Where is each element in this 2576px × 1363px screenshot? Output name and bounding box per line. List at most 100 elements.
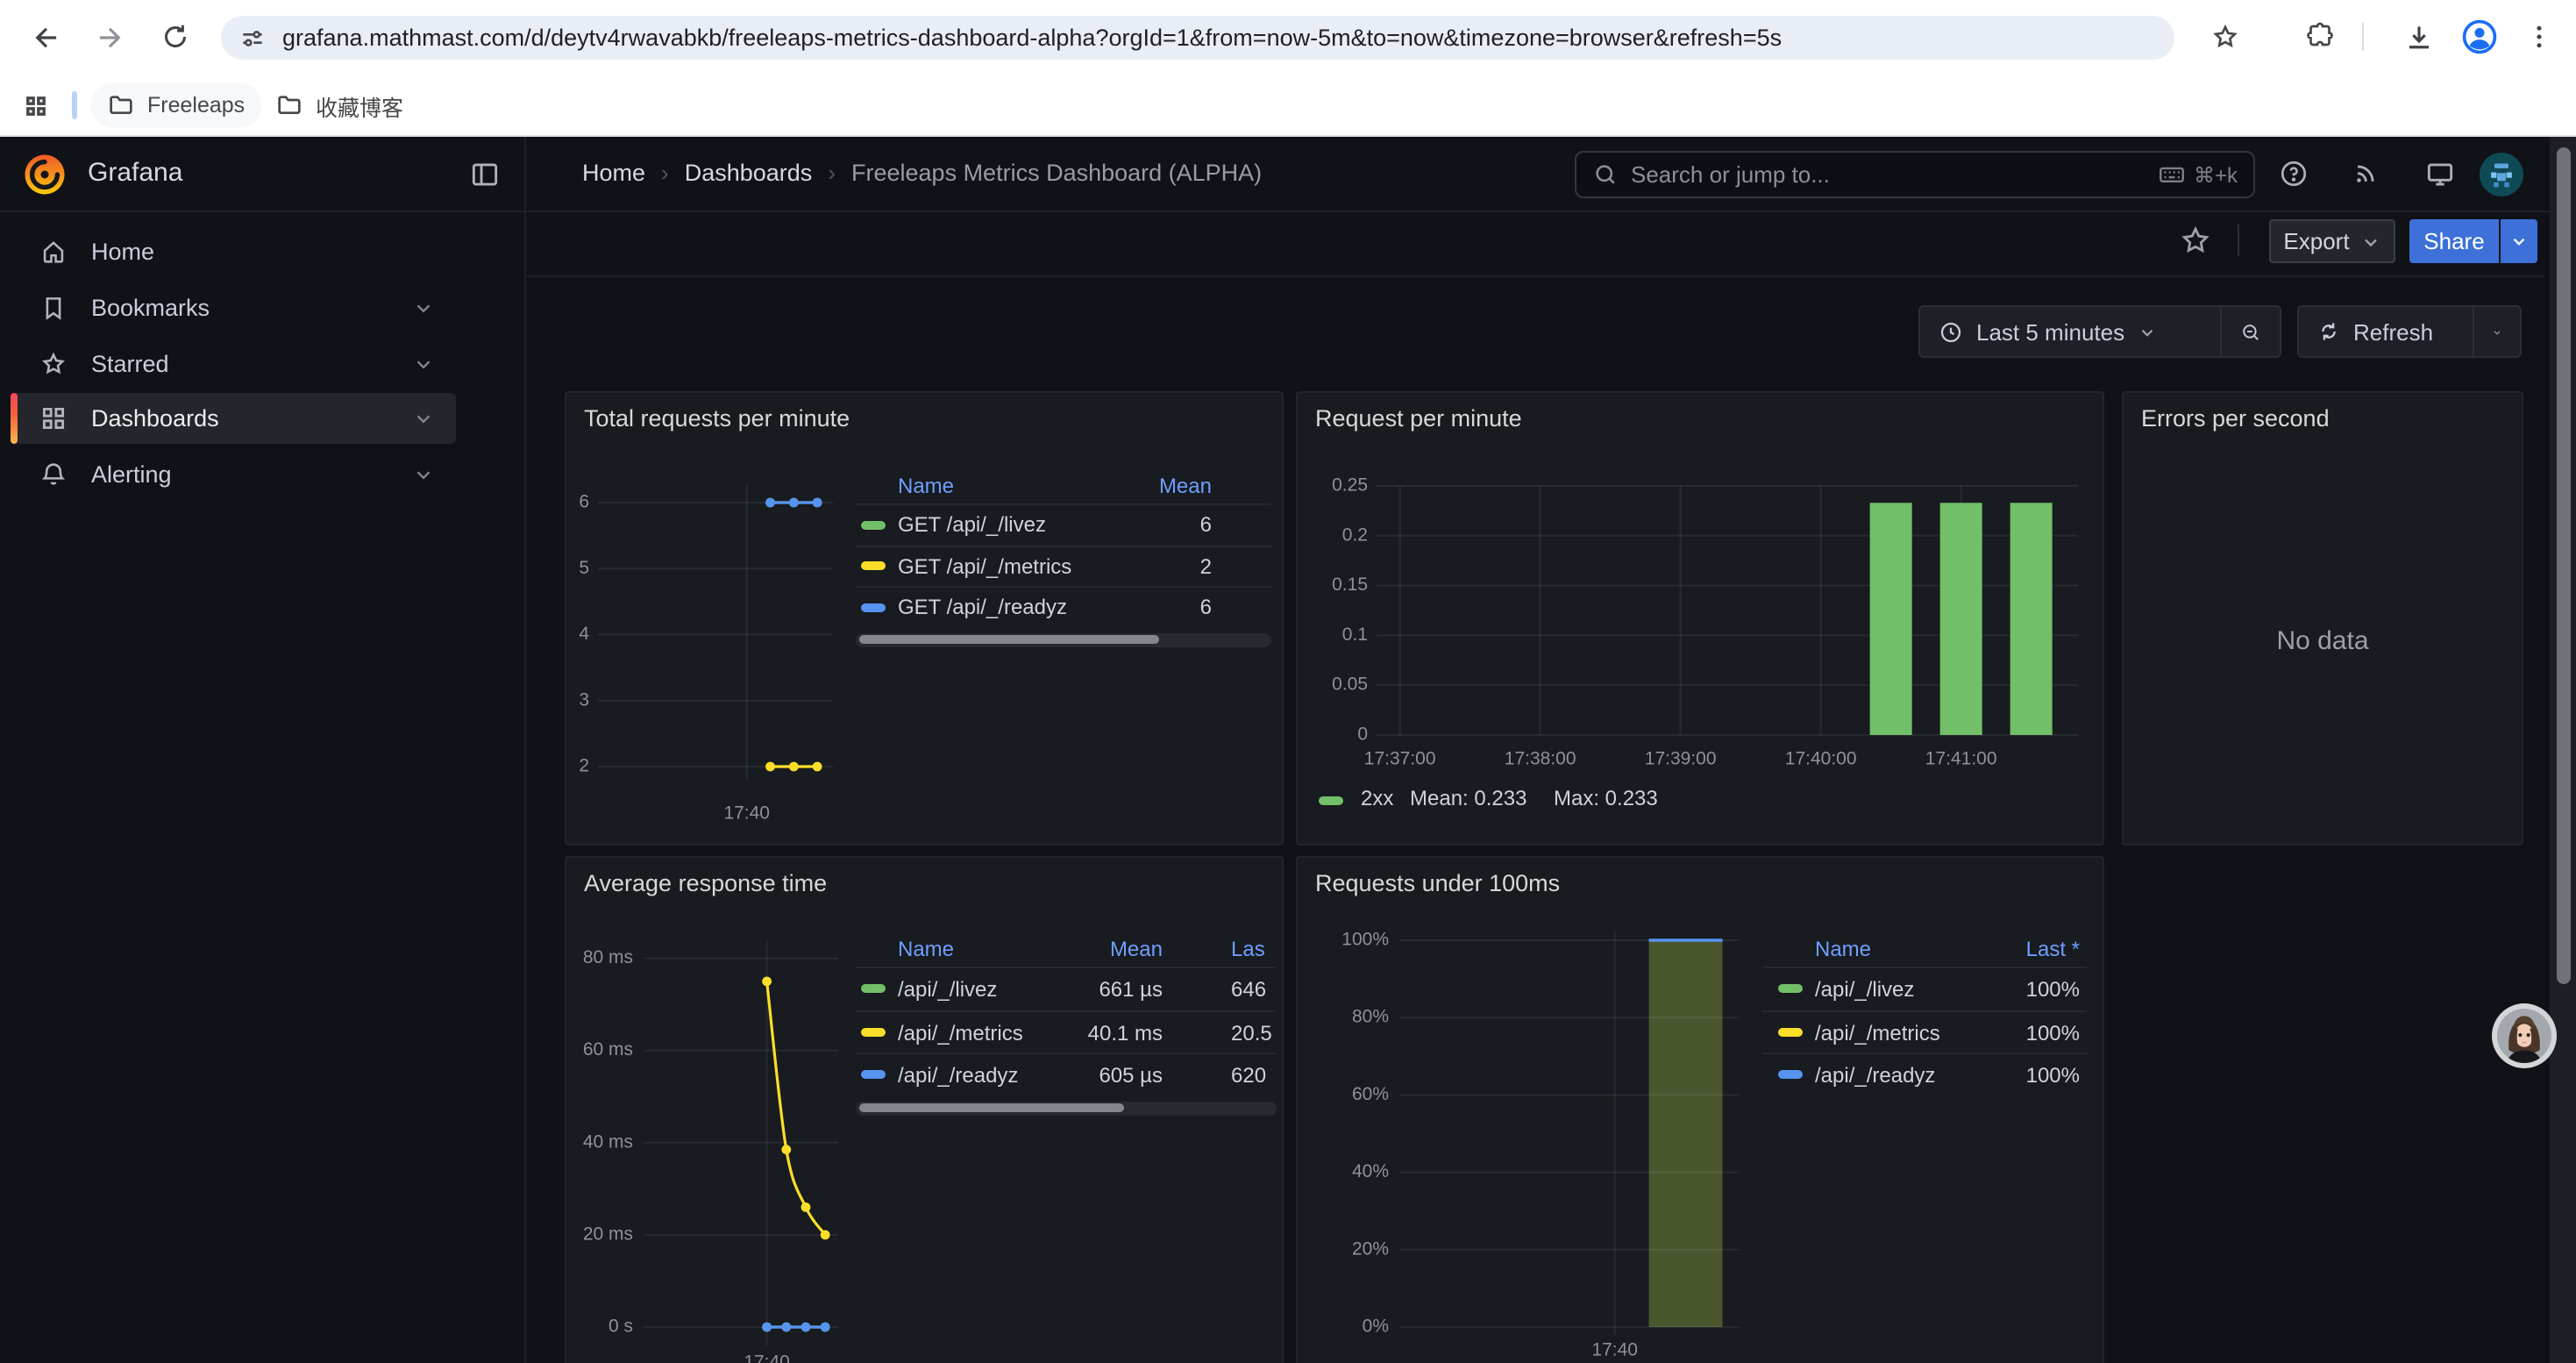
sidebar-item-home[interactable]: Home <box>11 226 456 277</box>
user-avatar-button[interactable] <box>2480 153 2523 196</box>
legend-scrollbar-thumb[interactable] <box>859 635 1158 644</box>
legend-value: 661 µs <box>1022 968 1163 1011</box>
legend-series-name[interactable]: 2xx <box>1361 786 1393 810</box>
legend-col-name[interactable]: Name <box>898 933 954 967</box>
extensions-button[interactable] <box>2295 12 2345 61</box>
url-text[interactable]: grafana.mathmast.com/d/deytv4rwavabkb/fr… <box>282 25 1782 51</box>
star-icon <box>39 349 68 379</box>
bookmark-folder-blogs[interactable]: 收藏博客 <box>260 82 419 128</box>
legend-series-name[interactable]: /api/_/livez <box>1815 968 1914 1011</box>
panel-average-response-time[interactable]: Average response time 80 ms60 ms40 ms20 … <box>565 856 1284 1363</box>
bell-icon <box>39 460 68 489</box>
scrollbar-thumb[interactable] <box>2556 147 2570 984</box>
sidebar-item-label: Starred <box>91 351 169 377</box>
bookmark-star-button[interactable] <box>2201 12 2250 61</box>
monitor-button[interactable] <box>2423 158 2457 191</box>
site-settings-icon[interactable] <box>238 24 267 52</box>
sidebar-item-starred[interactable]: Starred <box>11 339 456 389</box>
share-button[interactable]: Share <box>2409 219 2499 263</box>
legend-row[interactable]: /api/_/metrics100% <box>1762 1010 2087 1053</box>
no-data-message: No data <box>2124 626 2522 656</box>
kebab-menu-icon <box>2523 21 2555 53</box>
grafana-logo[interactable] <box>21 151 68 198</box>
legend-row[interactable]: /api/_/livez100% <box>1762 967 2087 1010</box>
time-controls: Last 5 minutes <box>1918 305 2281 358</box>
legend-scrollbar[interactable] <box>856 1101 1277 1115</box>
svg-text:100%: 100% <box>1341 930 1389 950</box>
legend-series-name[interactable]: /api/_/livez <box>898 968 997 1011</box>
legend-col-Mean[interactable]: Mean <box>1022 933 1163 967</box>
panel-requests-under-100ms[interactable]: Requests under 100ms 100%80%60%40%20%0%1… <box>1296 856 2104 1363</box>
svg-text:20%: 20% <box>1352 1238 1389 1259</box>
panel-total-requests[interactable]: Total requests per minute 6543217:40 Nam… <box>565 391 1284 846</box>
bookmark-folder-freeleaps[interactable]: Freeleaps <box>91 82 260 128</box>
refresh-interval-button[interactable] <box>2473 307 2520 356</box>
chevron-down-icon[interactable] <box>412 463 435 486</box>
legend-row[interactable]: /api/_/readyz100% <box>1762 1053 2087 1095</box>
url-bar[interactable]: grafana.mathmast.com/d/deytv4rwavabkb/fr… <box>221 16 2174 60</box>
zoom-out-button[interactable] <box>2220 307 2280 356</box>
legend-row[interactable]: GET /api/_/readyz6 <box>856 586 1271 627</box>
refresh-button[interactable]: Refresh <box>2299 307 2473 356</box>
legend-series-name[interactable]: /api/_/readyz <box>898 1054 1018 1097</box>
sidebar-toggle-button[interactable] <box>468 158 502 191</box>
favorite-dashboard-button[interactable] <box>2178 223 2213 258</box>
help-button[interactable] <box>2278 158 2309 189</box>
legend-series-name[interactable]: /api/_/metrics <box>1815 1011 1940 1054</box>
legend-row[interactable]: /api/_/readyz605 µs620 <box>856 1053 1277 1095</box>
brand-name[interactable]: Grafana <box>88 158 182 188</box>
keyboard-icon <box>2157 160 2187 189</box>
browser-reload-button[interactable] <box>151 12 200 61</box>
legend-row[interactable]: /api/_/livez661 µs646 <box>856 967 1277 1010</box>
legend-series-name[interactable]: GET /api/_/readyz <box>898 588 1067 629</box>
export-button[interactable]: Export <box>2269 219 2395 263</box>
share-menu-button[interactable] <box>2501 219 2537 263</box>
sidebar-item-bookmarks[interactable]: Bookmarks <box>11 282 456 333</box>
profile-button[interactable] <box>2455 12 2504 61</box>
breadcrumb-dashboards[interactable]: Dashboards <box>685 160 813 186</box>
browser-menu-button[interactable] <box>2515 12 2564 61</box>
apps-grid-button[interactable] <box>11 81 60 130</box>
page-scrollbar[interactable] <box>2550 137 2576 1363</box>
panel-errors-per-second[interactable]: Errors per second No data <box>2122 391 2523 846</box>
svg-text:17:40:00: 17:40:00 <box>1785 749 1857 769</box>
arrow-left-icon <box>29 20 62 54</box>
legend-scrollbar-thumb[interactable] <box>859 1103 1124 1112</box>
chevron-down-icon <box>2360 231 2381 252</box>
browser-forward-button[interactable] <box>84 12 133 61</box>
chevron-down-icon[interactable] <box>412 296 435 319</box>
legend-col-Las[interactable]: Las <box>1231 933 1277 967</box>
legend-col-Mean[interactable]: Mean <box>1066 470 1212 503</box>
arrow-right-icon <box>92 20 125 54</box>
legend-mean: Mean: 0.233 <box>1410 786 1526 810</box>
legend-series-name[interactable]: /api/_/readyz <box>1815 1054 1935 1095</box>
search-input[interactable]: Search or jump to... ⌘+k <box>1575 151 2255 198</box>
sidebar-item-dashboards[interactable]: Dashboards <box>11 393 456 444</box>
svg-text:4: 4 <box>579 624 589 644</box>
legend-row[interactable]: GET /api/_/livez6 <box>856 503 1271 545</box>
panel-request-per-minute[interactable]: Request per minute 0.250.20.150.10.05017… <box>1296 391 2104 846</box>
chevron-down-icon <box>2137 322 2156 341</box>
series-swatch <box>861 1028 886 1037</box>
legend-series-name[interactable]: GET /api/_/metrics <box>898 546 1071 588</box>
legend-col-name[interactable]: Name <box>1815 933 1871 967</box>
legend-col-name[interactable]: Name <box>898 470 954 503</box>
svg-text:80 ms: 80 ms <box>583 947 633 967</box>
legend-col-Last *[interactable]: Last * <box>1929 933 2080 967</box>
legend-row[interactable]: /api/_/metrics40.1 ms20.5 r <box>856 1010 1277 1053</box>
news-button[interactable] <box>2352 158 2381 188</box>
time-range-picker[interactable]: Last 5 minutes <box>1920 307 2220 356</box>
sidebar-item-alerting[interactable]: Alerting <box>11 449 456 500</box>
legend-series-name[interactable]: GET /api/_/livez <box>898 505 1046 546</box>
chevron-down-icon[interactable] <box>412 353 435 375</box>
chevron-down-icon[interactable] <box>412 407 435 430</box>
legend-row[interactable]: GET /api/_/metrics2 <box>856 545 1271 586</box>
legend-scrollbar[interactable] <box>856 632 1271 646</box>
panel-title[interactable]: Errors per second <box>2141 405 2330 432</box>
legend-series-name[interactable]: /api/_/metrics <box>898 1011 1023 1054</box>
assistant-avatar[interactable] <box>2492 1003 2557 1068</box>
breadcrumb-home[interactable]: Home <box>582 160 645 186</box>
browser-back-button[interactable] <box>21 12 70 61</box>
downloads-button[interactable] <box>2394 12 2443 61</box>
dashboards-grid-icon <box>39 403 68 433</box>
